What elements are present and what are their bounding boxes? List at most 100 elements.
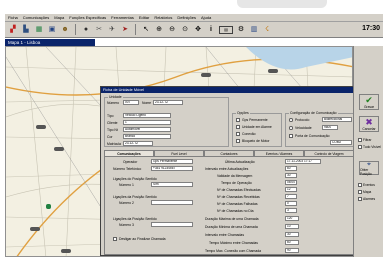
- port-checkbox[interactable]: [289, 134, 293, 138]
- bottom-field-value[interactable]: 60: [285, 240, 299, 245]
- pointer-icon[interactable]: ↖: [141, 25, 151, 35]
- unit-section: Unidade Número 007 Nome 23-12-TZ Tipo Ve…: [104, 95, 229, 147]
- option-checkbox[interactable]: [236, 125, 240, 129]
- events-label: Eventos: [363, 183, 375, 187]
- pan-icon[interactable]: ✥: [193, 25, 203, 35]
- speed-field[interactable]: 9600: [322, 125, 338, 130]
- zoom-out-icon[interactable]: ⊖: [167, 25, 177, 35]
- left-field-value[interactable]: Sim: [151, 182, 193, 187]
- bottom-field-value[interactable]: 10: [285, 224, 299, 229]
- left-field-label: Ligações da Posição Sentido: [113, 217, 157, 221]
- speed-radio[interactable]: [289, 126, 293, 130]
- map-checkbox[interactable]: [358, 190, 362, 194]
- tools-icon[interactable]: ✂: [94, 25, 104, 35]
- visible-checkbox[interactable]: [358, 145, 362, 149]
- right-field-value[interactable]: 12: [285, 187, 297, 192]
- number-label: Número: [107, 101, 120, 105]
- right-field-value[interactable]: 17-11-2003 17:17: [285, 159, 321, 164]
- left-field-label: Número Telefónico: [113, 167, 142, 171]
- alarms-checkbox[interactable]: [358, 197, 362, 201]
- right-field-value[interactable]: 30: [285, 173, 297, 178]
- options-section-label: Opções: [236, 111, 250, 115]
- option-checkbox[interactable]: [236, 118, 240, 122]
- left-field-value[interactable]: Gps Permanente: [151, 159, 193, 164]
- filter-label: Filtrar: [363, 138, 372, 142]
- client-label: Cliente: [107, 121, 118, 125]
- zoom-in-icon[interactable]: ⊕: [154, 25, 164, 35]
- vehicle-marker[interactable]: [268, 69, 278, 73]
- menu-mapa[interactable]: Mapa: [54, 15, 64, 20]
- print-icon[interactable]: ▥: [249, 25, 259, 35]
- client-field[interactable]: 1: [123, 120, 171, 125]
- vehicle-marker[interactable]: [61, 249, 71, 253]
- truck-icon[interactable]: ▙: [21, 25, 31, 35]
- satellite-icon[interactable]: ✈: [107, 25, 117, 35]
- events-checkbox[interactable]: [358, 183, 362, 187]
- option-label: Unidade em Alarme: [242, 125, 272, 129]
- right-field-value[interactable]: 08:00: [285, 180, 297, 185]
- menu-ficha[interactable]: Ficha: [8, 15, 18, 20]
- menu-relatorios[interactable]: Relatórios: [154, 15, 172, 20]
- right-field-value[interactable]: 60: [285, 166, 297, 171]
- option-checkbox[interactable]: [236, 139, 240, 143]
- subtype-field[interactable]: Automóvel: [123, 127, 171, 132]
- right-field-value[interactable]: 0: [285, 201, 297, 206]
- bottom-field-value[interactable]: 120: [285, 216, 299, 221]
- hangup-label: Desligar ao Finalizar Chamada: [119, 237, 166, 241]
- number-field[interactable]: 007: [123, 100, 139, 105]
- toolbar-separator: [75, 24, 76, 35]
- left-field-label: Ligações da Posição Sentido: [113, 195, 157, 199]
- menu-editar[interactable]: Editar: [139, 15, 149, 20]
- zoom-area-icon[interactable]: ⊙: [180, 25, 190, 35]
- color-field[interactable]: Branco: [123, 134, 171, 139]
- alarms-label: Alarmes: [363, 197, 376, 201]
- bottom-field-value[interactable]: 30: [285, 232, 299, 237]
- car-icon[interactable]: ▞: [8, 25, 18, 35]
- port-field[interactable]: COM2: [330, 140, 352, 145]
- vehicle-marker[interactable]: [201, 73, 211, 77]
- map-icon[interactable]: ▦: [34, 25, 44, 35]
- protocol-field[interactable]: Bidireccional: [322, 117, 352, 122]
- left-field-value[interactable]: [151, 222, 193, 227]
- cancel-button[interactable]: ✖ Cancelar: [359, 116, 379, 132]
- matricula-field[interactable]: 23-12-TZ: [123, 141, 153, 146]
- left-field-label: Número 2: [119, 201, 134, 205]
- vehicle-marker[interactable]: [36, 125, 46, 129]
- type-field[interactable]: Veículo Ligeiro: [123, 113, 171, 118]
- right-field-value[interactable]: 7: [285, 194, 297, 199]
- cancel-icon: ✖: [365, 116, 373, 127]
- right-field-value[interactable]: 3: [285, 208, 297, 213]
- bottom-field-label: Tempo Máximo entre Chamadas: [209, 241, 258, 245]
- route-icon[interactable]: ➤: [120, 25, 130, 35]
- monitor-icon[interactable]: ▣: [47, 25, 57, 35]
- menu-ferramentas[interactable]: Ferramentas: [111, 15, 134, 20]
- hangup-checkbox[interactable]: [113, 237, 117, 241]
- globe-icon[interactable]: ●: [81, 25, 91, 35]
- menu-comunicacoes[interactable]: Comunicações: [23, 15, 49, 20]
- layers-icon[interactable]: ▤: [219, 25, 233, 34]
- protocol-radio[interactable]: [289, 118, 293, 122]
- settings-icon[interactable]: ⚙: [236, 25, 246, 35]
- bottom-field-value[interactable]: 90: [285, 248, 299, 253]
- left-field-value[interactable]: [151, 200, 193, 205]
- cancel-button-label: Cancelar: [362, 126, 376, 131]
- info-icon[interactable]: i: [206, 25, 216, 35]
- menu-bar: Ficha Comunicações Mapa Funções Específi…: [5, 14, 383, 22]
- alarm-icon[interactable]: ☇: [262, 25, 272, 35]
- port-label: Porta de Comunicação: [295, 134, 330, 138]
- vehicle-marker[interactable]: [54, 147, 64, 151]
- option-checkbox[interactable]: [236, 132, 240, 136]
- vehicle-marker[interactable]: [46, 204, 51, 209]
- unit-dialog: Ficha de Unidade Móvel Unidade Número 00…: [100, 86, 358, 256]
- name-field[interactable]: 23-12-TZ: [153, 100, 183, 105]
- menu-definicoes[interactable]: Definições: [177, 15, 196, 20]
- vehicle-marker[interactable]: [30, 227, 40, 231]
- menu-funcoes[interactable]: Funções Específicas: [69, 15, 106, 20]
- menu-ajuda[interactable]: Ajuda: [201, 15, 211, 20]
- users-icon[interactable]: ☻: [60, 25, 70, 35]
- right-field-label: Tempo de Operação: [221, 181, 252, 185]
- get-position-button[interactable]: ⌖ Obter Posição: [359, 161, 379, 176]
- save-button[interactable]: ✔ Gravar: [359, 94, 379, 110]
- filter-checkbox[interactable]: [358, 138, 362, 142]
- left-field-value[interactable]: +351 91234567: [151, 166, 193, 171]
